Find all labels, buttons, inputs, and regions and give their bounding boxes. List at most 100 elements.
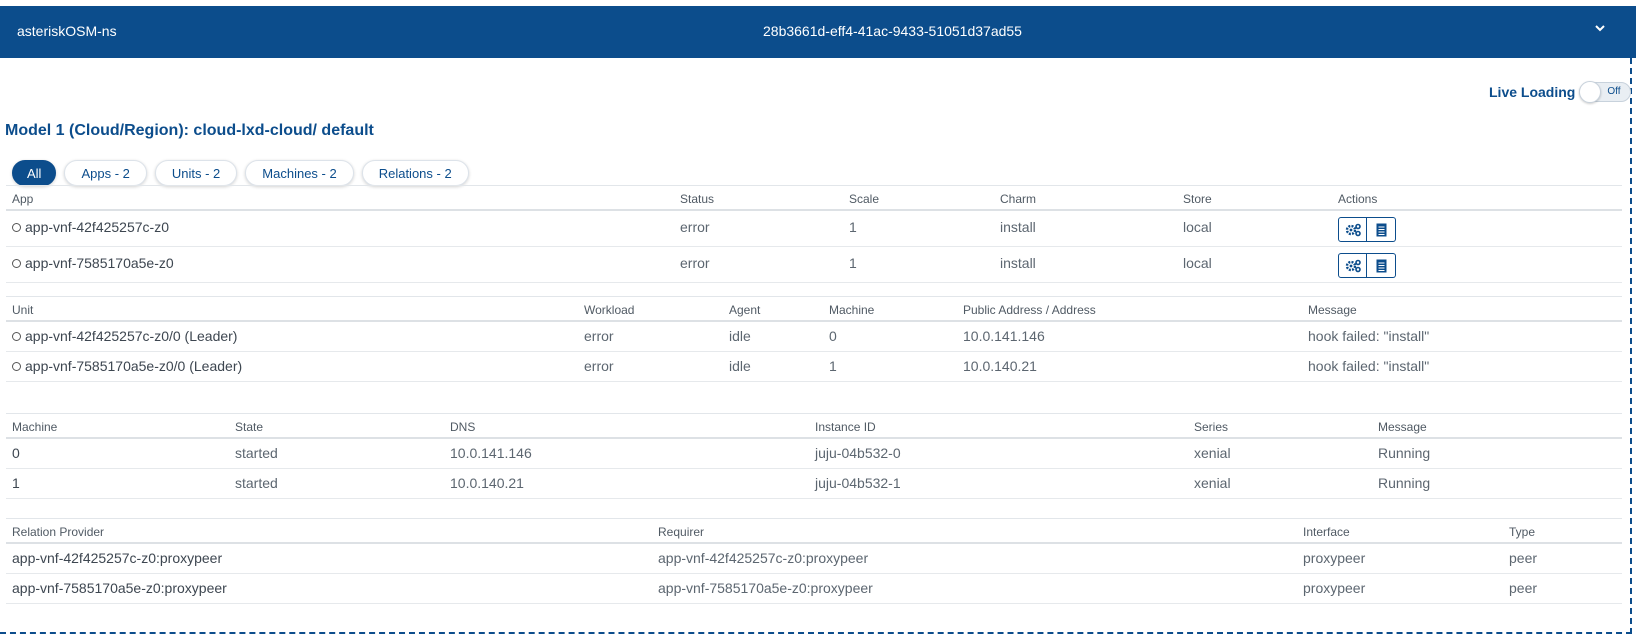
status-circle-icon	[12, 259, 21, 268]
table-row: app-vnf-7585170a5e-z0:proxypeer app-vnf-…	[6, 574, 1622, 604]
live-loading-toggle[interactable]: Off	[1579, 81, 1632, 103]
app-name: app-vnf-7585170a5e-z0	[12, 255, 174, 271]
ns-name: asteriskOSM-ns	[17, 23, 117, 39]
unit-name: app-vnf-42f425257c-z0/0 (Leader)	[12, 328, 237, 344]
col-agent: Agent	[729, 303, 761, 317]
relation-provider: app-vnf-42f425257c-z0:proxypeer	[12, 550, 223, 566]
unit-workload: error	[584, 328, 614, 344]
relation-type: peer	[1509, 550, 1538, 566]
relation-interface: proxypeer	[1303, 580, 1366, 596]
table-row: 0 started 10.0.141.146 juju-04b532-0 xen…	[6, 439, 1622, 469]
relation-requirer: app-vnf-42f425257c-z0:proxypeer	[658, 550, 869, 566]
table-row: app-vnf-7585170a5e-z0 error 1 install lo…	[6, 247, 1622, 283]
gears-icon	[1345, 223, 1361, 236]
col-workload: Workload	[584, 303, 635, 317]
col-requirer: Requirer	[658, 525, 705, 539]
status-circle-icon	[12, 223, 21, 232]
app-charm: install	[1000, 219, 1036, 235]
machine-instance-id: juju-04b532-0	[815, 445, 901, 461]
live-loading-label: Live Loading	[1489, 84, 1576, 100]
unit-address: 10.0.141.146	[963, 328, 1045, 344]
app-actions	[1338, 253, 1396, 278]
table-header: App Status Scale Charm Store Actions	[6, 185, 1622, 211]
col-dns: DNS	[450, 420, 476, 434]
toggle-state-label: Off	[1607, 86, 1621, 97]
table-header: Machine State DNS Instance ID Series Mes…	[6, 413, 1622, 439]
filter-all[interactable]: All	[12, 160, 57, 186]
col-status: Status	[680, 192, 715, 206]
unit-agent: idle	[729, 358, 751, 374]
table-row: app-vnf-42f425257c-z0 error 1 install lo…	[6, 211, 1622, 247]
table-row: 1 started 10.0.140.21 juju-04b532-1 xeni…	[6, 469, 1622, 499]
machine-state: started	[235, 475, 278, 491]
col-unit: Unit	[12, 303, 34, 317]
table-header: Unit Workload Agent Machine Public Addre…	[6, 296, 1622, 322]
unit-machine: 0	[829, 328, 837, 344]
machine-id: 1	[12, 475, 20, 491]
filter-apps[interactable]: Apps - 2	[64, 160, 147, 186]
app-status: error	[680, 219, 710, 235]
machine-instance-id: juju-04b532-1	[815, 475, 901, 491]
col-store: Store	[1183, 192, 1212, 206]
col-message: Message	[1378, 420, 1427, 434]
table-row: app-vnf-42f425257c-z0/0 (Leader) error i…	[6, 322, 1622, 352]
filter-machines[interactable]: Machines - 2	[245, 160, 354, 186]
app-status: error	[680, 255, 710, 271]
app-store: local	[1183, 255, 1212, 271]
machine-dns: 10.0.140.21	[450, 475, 524, 491]
status-circle-icon	[12, 362, 21, 371]
relation-requirer: app-vnf-7585170a5e-z0:proxypeer	[658, 580, 873, 596]
col-relation-provider: Relation Provider	[12, 525, 105, 539]
app-scale: 1	[849, 255, 857, 271]
filter-relations[interactable]: Relations - 2	[361, 160, 469, 186]
table-header: Relation Provider Requirer Interface Typ…	[6, 518, 1622, 544]
table-row: app-vnf-42f425257c-z0:proxypeer app-vnf-…	[6, 544, 1622, 574]
col-address: Public Address / Address	[963, 303, 1096, 317]
app-name: app-vnf-42f425257c-z0	[12, 219, 169, 235]
unit-name: app-vnf-7585170a5e-z0/0 (Leader)	[12, 358, 242, 374]
status-circle-icon	[12, 332, 21, 341]
ns-header-bar[interactable]: asteriskOSM-ns 28b3661d-eff4-41ac-9433-5…	[0, 6, 1636, 58]
view-logs-button[interactable]	[1367, 217, 1396, 242]
col-scale: Scale	[849, 192, 880, 206]
col-type: Type	[1509, 525, 1536, 539]
view-logs-button[interactable]	[1367, 253, 1396, 278]
unit-message: hook failed: "install"	[1308, 328, 1430, 344]
filter-units[interactable]: Units - 2	[154, 160, 238, 186]
app-scale: 1	[849, 219, 857, 235]
relations-table: Relation Provider Requirer Interface Typ…	[6, 518, 1622, 604]
col-charm: Charm	[1000, 192, 1037, 206]
app-charm: install	[1000, 255, 1036, 271]
toggle-knob	[1579, 81, 1602, 103]
machine-state: started	[235, 445, 278, 461]
exec-action-button[interactable]	[1338, 217, 1367, 242]
machine-message: Running	[1378, 475, 1431, 491]
col-instance-id: Instance ID	[815, 420, 876, 434]
app-actions	[1338, 217, 1396, 242]
col-state: State	[235, 420, 264, 434]
app-store: local	[1183, 219, 1212, 235]
machine-series: xenial	[1194, 445, 1231, 461]
unit-message: hook failed: "install"	[1308, 358, 1430, 374]
col-interface: Interface	[1303, 525, 1350, 539]
col-actions: Actions	[1338, 192, 1378, 206]
col-machine: Machine	[12, 420, 58, 434]
machine-message: Running	[1378, 445, 1431, 461]
machine-series: xenial	[1194, 475, 1231, 491]
col-series: Series	[1194, 420, 1229, 434]
relation-type: peer	[1509, 580, 1538, 596]
chevron-down-icon[interactable]	[1592, 20, 1608, 36]
unit-machine: 1	[829, 358, 837, 374]
relation-interface: proxypeer	[1303, 550, 1366, 566]
unit-address: 10.0.140.21	[963, 358, 1037, 374]
gears-icon	[1345, 259, 1361, 272]
ns-id: 28b3661d-eff4-41ac-9433-51051d37ad55	[763, 23, 1022, 39]
model-title: Model 1 (Cloud/Region): cloud-lxd-cloud/…	[5, 122, 374, 139]
machine-dns: 10.0.141.146	[450, 445, 532, 461]
log-icon	[1376, 259, 1386, 272]
apps-table: App Status Scale Charm Store Actions app…	[6, 185, 1622, 283]
exec-action-button[interactable]	[1338, 253, 1367, 278]
col-app: App	[12, 192, 34, 206]
machines-table: Machine State DNS Instance ID Series Mes…	[6, 413, 1622, 499]
filter-pills: All Apps - 2 Units - 2 Machines - 2 Rela…	[12, 160, 477, 186]
